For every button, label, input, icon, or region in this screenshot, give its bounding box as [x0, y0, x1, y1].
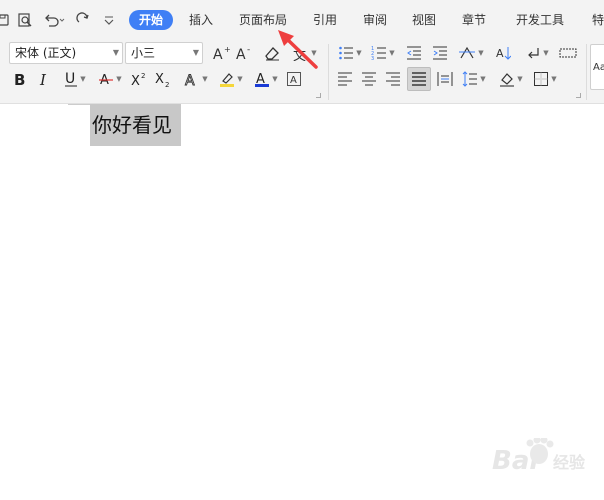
bullet-list-button[interactable]: ▼	[336, 42, 364, 64]
paw-logo-icon: 经验	[526, 438, 586, 472]
paragraph-marks-icon[interactable]: ▼	[522, 42, 552, 64]
print-preview-icon[interactable]	[16, 9, 34, 31]
justify-button[interactable]	[407, 67, 431, 91]
align-center-icon[interactable]	[360, 68, 378, 90]
tab-chapter[interactable]: 章节	[462, 10, 486, 30]
svg-text:2: 2	[165, 81, 169, 87]
styles-gallery[interactable]: Aa	[590, 44, 604, 90]
strikethrough-button[interactable]: A ▼	[95, 68, 125, 90]
tab-insert[interactable]: 插入	[189, 10, 213, 30]
align-left-icon[interactable]	[336, 68, 354, 90]
ribbon-separator	[328, 44, 329, 100]
save-icon[interactable]	[0, 9, 10, 31]
clear-format-icon[interactable]	[262, 42, 282, 64]
redo-icon[interactable]	[74, 9, 92, 31]
tab-bar: 开始 插入 页面布局 引用 审阅 视图 章节 开发工具 特	[0, 0, 604, 40]
phonetic-guide-icon[interactable]: 文 ▼	[289, 42, 319, 64]
font-color-button[interactable]: A ▼	[251, 68, 281, 90]
svg-text:3: 3	[371, 56, 374, 61]
font-size-value: 小三	[131, 46, 156, 60]
svg-text:文: 文	[293, 49, 306, 61]
increase-indent-icon[interactable]	[430, 42, 450, 64]
svg-text:X: X	[131, 74, 140, 87]
watermark: Bai 经验	[432, 438, 602, 478]
borders-button[interactable]: ▼	[530, 68, 560, 90]
chevron-down-icon: ▼	[112, 48, 119, 57]
font-dialog-launcher[interactable]	[316, 93, 321, 98]
align-right-icon[interactable]	[384, 68, 402, 90]
shrink-font-icon[interactable]: A-	[234, 42, 254, 64]
tab-view[interactable]: 视图	[412, 10, 436, 30]
table-grid-icon[interactable]	[558, 42, 578, 64]
text-effects-button[interactable]: A ▼	[181, 68, 211, 90]
paragraph-dialog-launcher[interactable]	[576, 93, 581, 98]
highlight-color-button[interactable]: ▼	[216, 68, 246, 90]
font-family-select[interactable]: 宋体 (正文) ▼	[9, 42, 123, 64]
svg-text:B: B	[14, 71, 25, 87]
italic-button[interactable]: I	[37, 68, 53, 90]
sort-icon[interactable]: A	[493, 42, 513, 64]
shading-button[interactable]: ▼	[496, 68, 526, 90]
tab-review[interactable]: 审阅	[363, 10, 387, 30]
chinese-layout-icon[interactable]: ▼	[456, 42, 486, 64]
tab-page-layout[interactable]: 页面布局	[239, 10, 287, 30]
subscript-button[interactable]: X2	[153, 68, 173, 90]
svg-text:+: +	[224, 45, 230, 54]
grow-font-icon[interactable]: A +	[211, 42, 231, 64]
character-border-icon[interactable]: A	[285, 68, 303, 90]
bold-button[interactable]: B	[11, 68, 29, 90]
superscript-button[interactable]: X2	[129, 68, 149, 90]
tab-references[interactable]: 引用	[313, 10, 337, 30]
distributed-align-icon[interactable]	[436, 68, 454, 90]
svg-text:A: A	[290, 75, 297, 86]
font-family-value: 宋体 (正文)	[15, 46, 77, 60]
chevron-down-icon: ▼	[192, 48, 199, 57]
ribbon-separator	[586, 44, 587, 100]
selected-text[interactable]: 你好看见	[90, 104, 181, 146]
tab-special[interactable]: 特	[592, 10, 604, 30]
styles-preview-label: Aa	[593, 61, 604, 73]
numbered-list-button[interactable]: 1 2 3 ▼	[369, 42, 397, 64]
svg-text:A: A	[236, 47, 246, 61]
svg-text:-: -	[247, 45, 250, 55]
tab-developer[interactable]: 开发工具	[516, 10, 564, 30]
svg-text:A: A	[213, 47, 223, 61]
tab-home[interactable]: 开始	[129, 10, 174, 30]
svg-text:U: U	[65, 71, 75, 87]
undo-icon[interactable]	[42, 9, 66, 31]
font-size-select[interactable]: 小三 ▼	[125, 42, 203, 64]
svg-text:2: 2	[141, 72, 145, 80]
svg-text:A: A	[496, 47, 504, 60]
margin-corner-mark	[68, 104, 90, 105]
underline-button[interactable]: U ▼	[61, 68, 89, 90]
svg-text:X: X	[155, 72, 164, 87]
svg-text:I: I	[39, 71, 47, 87]
line-spacing-button[interactable]: ▼	[459, 68, 489, 90]
svg-text:A: A	[185, 73, 195, 87]
customize-icon[interactable]	[102, 9, 116, 31]
decrease-indent-icon[interactable]	[404, 42, 424, 64]
svg-text:经验: 经验	[553, 453, 586, 472]
